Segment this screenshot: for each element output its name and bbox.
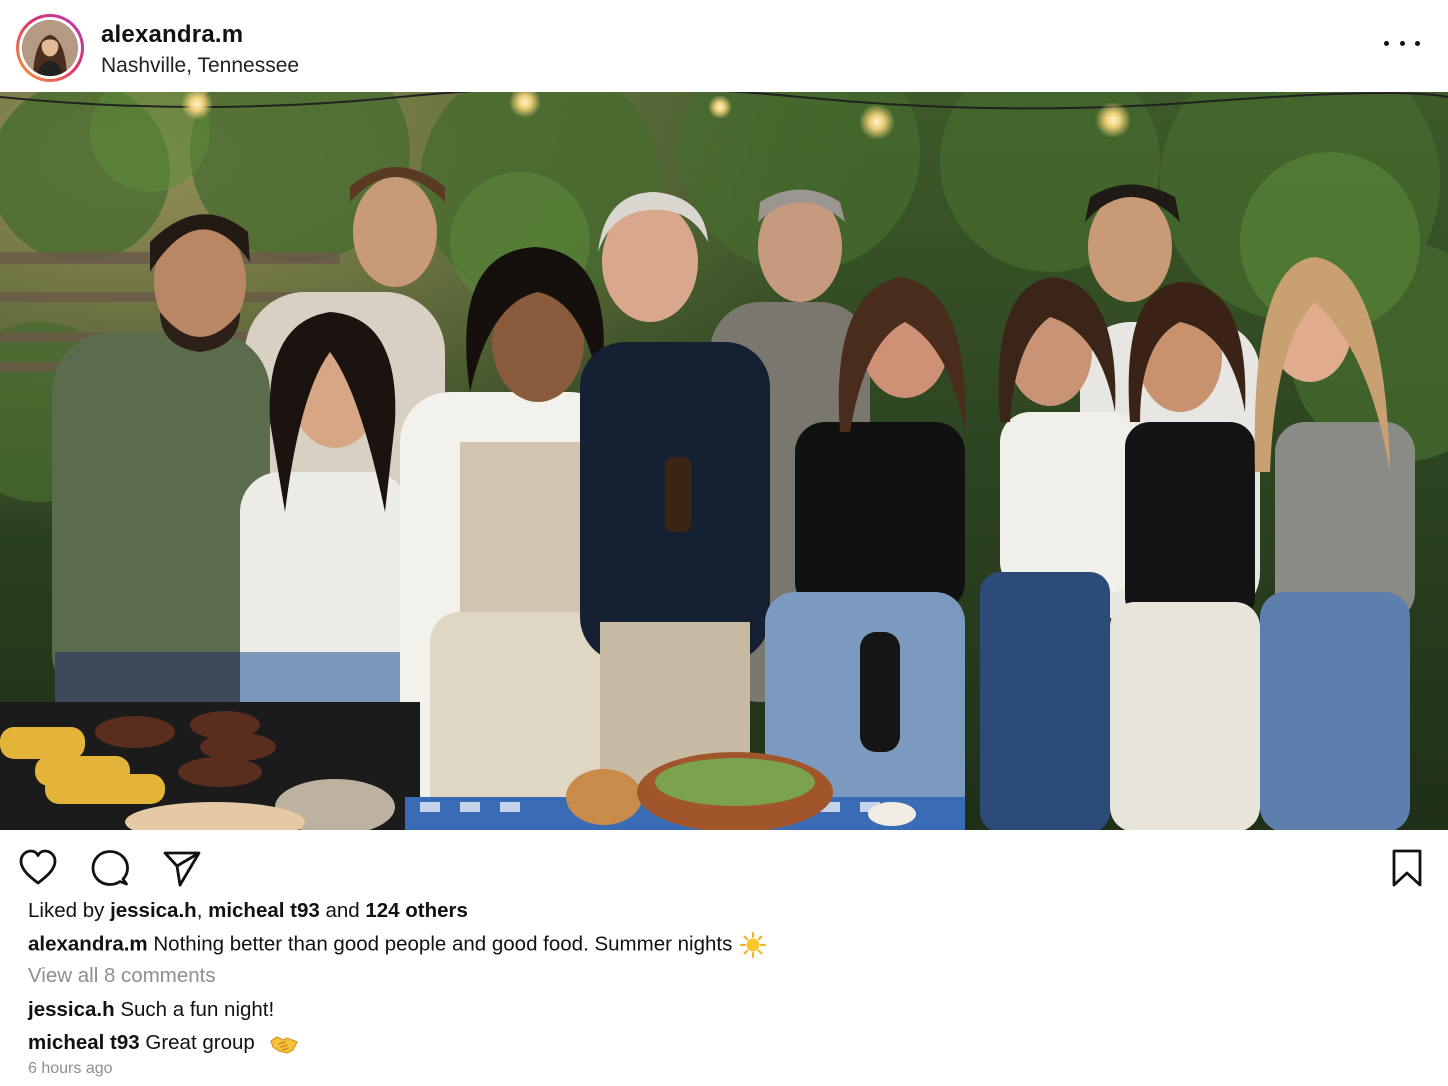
likes-summary[interactable]: Liked by jessica.h, micheal t93 and 124 … bbox=[28, 899, 468, 923]
post-username[interactable]: alexandra.m bbox=[101, 21, 243, 49]
likes-others-count[interactable]: 124 others bbox=[365, 899, 468, 922]
likes-prefix: Liked by bbox=[28, 899, 111, 922]
liker-username[interactable]: micheal t93 bbox=[208, 899, 320, 922]
caption-text: Nothing better than good people and good… bbox=[153, 932, 733, 956]
comment-username[interactable]: jessica.h bbox=[28, 998, 115, 1021]
view-all-comments-link[interactable]: View all 8 comments bbox=[28, 964, 216, 988]
bookmark-icon[interactable] bbox=[1387, 848, 1427, 888]
liker-username[interactable]: jessica.h bbox=[110, 899, 197, 922]
post-timestamp: 6 hours ago bbox=[28, 1060, 113, 1077]
caption-username[interactable]: alexandra.m bbox=[28, 932, 148, 955]
post-actions bbox=[0, 830, 1448, 900]
post-header: alexandra.m Nashville, Tennessee bbox=[0, 0, 1448, 92]
comment-item: micheal t93 Great group bbox=[28, 1031, 299, 1056]
avatar[interactable] bbox=[22, 20, 78, 76]
comment-text: Great group bbox=[145, 1031, 255, 1054]
handshake-emoji-icon bbox=[269, 1032, 299, 1056]
send-icon[interactable] bbox=[162, 848, 202, 888]
more-horizontal-icon[interactable] bbox=[1380, 30, 1424, 56]
comment-text: Such a fun night! bbox=[120, 998, 275, 1021]
post-location[interactable]: Nashville, Tennessee bbox=[101, 54, 299, 78]
story-ring[interactable] bbox=[16, 14, 84, 82]
post-photo[interactable] bbox=[0, 92, 1448, 830]
comment-item: jessica.h Such a fun night! bbox=[28, 998, 274, 1022]
comment-username[interactable]: micheal t93 bbox=[28, 1031, 140, 1054]
sun-emoji-icon bbox=[740, 932, 767, 958]
post-caption: alexandra.m Nothing better than good peo… bbox=[28, 932, 767, 958]
heart-icon[interactable] bbox=[18, 848, 58, 888]
comment-bubble-icon[interactable] bbox=[90, 848, 130, 888]
